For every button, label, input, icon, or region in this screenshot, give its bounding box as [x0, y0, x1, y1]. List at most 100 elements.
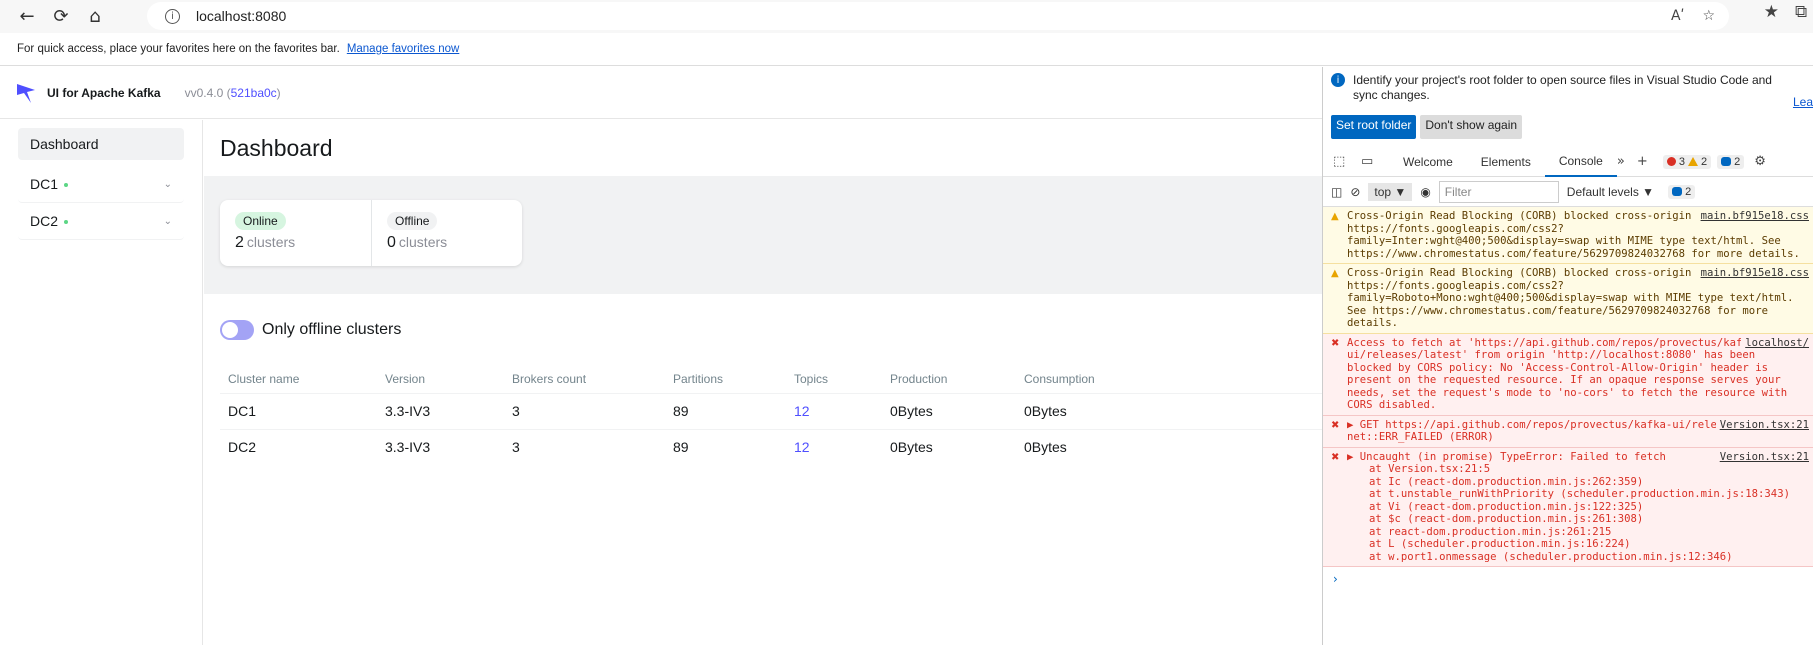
log-levels-dropdown[interactable]: Default levels ▼ [1567, 185, 1654, 199]
topics-link[interactable]: 12 [786, 392, 882, 429]
clear-console-icon[interactable]: ⊘ [1350, 185, 1360, 199]
add-tab-icon[interactable]: + [1637, 154, 1657, 169]
favorites-hint: For quick access, place your favorites h… [17, 43, 340, 55]
dont-show-again-button[interactable]: Don't show again [1420, 115, 1523, 139]
sidebar-item-dc1[interactable]: DC1 ⌄ [18, 166, 184, 203]
source-link[interactable]: main.bf915e18.css [1696, 267, 1809, 280]
levels-badge[interactable]: 2 [1668, 184, 1696, 199]
refresh-icon[interactable]: ⟳ [44, 2, 78, 32]
production-cell: 0Bytes [882, 392, 1016, 429]
more-tabs-icon[interactable]: » [1617, 154, 1637, 169]
column-header[interactable]: Production [882, 365, 1016, 393]
message-text[interactable]: ▶ Uncaught (in promise) TypeError: Faile… [1347, 451, 1666, 463]
infobar-text: Identify your project's root folder to o… [1353, 73, 1772, 102]
info-icon: i [1331, 73, 1345, 87]
source-link[interactable]: main.bf915e18.css [1696, 210, 1809, 223]
metric-value: 2 clusters [235, 234, 356, 252]
stack-frame[interactable]: at Ic (react-dom.production.min.js:262:3… [1369, 476, 1805, 489]
source-link[interactable]: Version.tsx:21 [1715, 450, 1809, 463]
back-icon[interactable]: ← [10, 2, 44, 32]
messages-badge[interactable]: 2 [1717, 154, 1745, 169]
sidebar-toggle-icon[interactable]: ◫ [1331, 185, 1342, 199]
home-icon[interactable]: ⌂ [78, 2, 112, 32]
version-prefix: vv0.4.0 ( [184, 85, 231, 100]
online-status-dot [64, 183, 69, 188]
inspect-icon[interactable]: ⬚ [1333, 154, 1361, 169]
kafka-logo-icon[interactable] [15, 81, 39, 105]
stack-frame[interactable]: at w.port1.onmessage (scheduler.producti… [1369, 551, 1805, 564]
app-brand[interactable]: UI for Apache Kafka [47, 86, 161, 100]
set-root-folder-button[interactable]: Set root folder [1331, 115, 1417, 139]
warning-count: 2 [1700, 155, 1708, 168]
brokers-cell: 3 [504, 428, 665, 465]
manage-favorites-link[interactable]: Manage favorites now [347, 43, 460, 55]
metrics-box: Online 2 clusters Offline 0 clusters [220, 200, 522, 266]
error-icon: ✖ [1331, 451, 1340, 463]
sidebar-item-dc2[interactable]: DC2 ⌄ [18, 203, 184, 240]
warning-icon: ▲ [1331, 211, 1339, 222]
tab-elements[interactable]: Elements [1467, 147, 1545, 177]
message-icon [1672, 187, 1683, 196]
column-header[interactable]: Consumption [1016, 365, 1322, 393]
stack-frame[interactable]: at react-dom.production.min.js:261:215 [1369, 526, 1805, 539]
stack-trace: at Version.tsx:21:5 at Ic (react-dom.pro… [1347, 463, 1805, 563]
cluster-name-cell[interactable]: DC2 [220, 428, 377, 465]
version-hash[interactable]: 521ba0c [231, 86, 277, 100]
sidebar-item-label: Dashboard [30, 136, 99, 152]
context-selector[interactable]: top ▼ [1368, 182, 1413, 201]
favorite-star-icon[interactable]: ☆ [1702, 8, 1715, 24]
offline-toggle[interactable] [220, 320, 254, 340]
read-aloud-icon[interactable]: Aʹ [1671, 8, 1684, 24]
devtools-infobar: i Identify your project's root folder to… [1323, 67, 1813, 115]
online-status-dot [64, 220, 69, 225]
tab-welcome[interactable]: Welcome [1389, 147, 1467, 177]
metric-unit: clusters [398, 234, 448, 250]
column-header[interactable]: Partitions [665, 365, 786, 393]
console-prompt[interactable]: › [1323, 567, 1813, 592]
tab-console[interactable]: Console [1544, 147, 1617, 177]
device-emulation-icon[interactable]: ▭ [1361, 154, 1389, 169]
app-version: vv0.4.0 (521ba0c) [185, 86, 281, 100]
stack-frame[interactable]: at t.unstable_runWithPriority (scheduler… [1369, 488, 1805, 501]
sidebar-item-dashboard[interactable]: Dashboard [18, 128, 184, 160]
stack-frame[interactable]: at Vi (react-dom.production.min.js:122:3… [1369, 501, 1805, 514]
chevron-down-icon[interactable]: ⌄ [164, 179, 172, 190]
sidebar-item-label: DC1 [30, 176, 59, 192]
chevron-down-icon[interactable]: ⌄ [164, 216, 172, 227]
column-header[interactable]: Topics [786, 365, 882, 393]
stack-frame[interactable]: at $c (react-dom.production.min.js:261:3… [1369, 513, 1805, 526]
favorites-icon[interactable]: ★ [1764, 2, 1779, 22]
consumption-cell: 0Bytes [1016, 428, 1322, 465]
site-info-icon[interactable]: i [165, 8, 180, 24]
production-cell: 0Bytes [882, 428, 1016, 465]
kafka-ui-app: UI for Apache Kafka vv0.4.0 (521ba0c) Da… [0, 67, 1322, 645]
console-filterbar: ◫ ⊘ top ▼ ◉ Filter Default levels ▼ 2 [1323, 177, 1813, 207]
console-error: ✖ localhost/ Access to fetch at 'https:/… [1323, 333, 1813, 416]
message-text: Access to fetch at 'https://api.github.c… [1347, 336, 1788, 412]
column-header[interactable]: Cluster name [220, 365, 377, 393]
console-filter-input[interactable]: Filter [1438, 180, 1559, 203]
stack-frame[interactable]: at L (scheduler.production.min.js:16:224… [1369, 538, 1805, 551]
column-header[interactable]: Brokers count [504, 365, 665, 393]
error-icon: ✖ [1331, 419, 1340, 431]
live-expression-icon[interactable]: ◉ [1420, 185, 1430, 199]
cluster-name-cell[interactable]: DC1 [220, 392, 377, 429]
gear-icon[interactable]: ⚙ [1754, 154, 1782, 169]
issues-badge[interactable]: 3 2 [1662, 154, 1712, 169]
stack-frame[interactable]: at Version.tsx:21:5 [1369, 463, 1805, 476]
topics-link[interactable]: 12 [786, 428, 882, 465]
learn-more-link[interactable]: Lea [1793, 95, 1813, 109]
online-tag: Online [235, 212, 286, 230]
address-bar[interactable]: i localhost:8080 Aʹ ☆ [147, 2, 1729, 30]
context-value: top [1374, 184, 1392, 199]
clusters-table: Cluster name Version Brokers count Parti… [220, 365, 1322, 465]
column-header[interactable]: Version [377, 365, 504, 393]
source-link[interactable]: Version.tsx:21 [1715, 418, 1809, 431]
warning-icon [1687, 157, 1698, 166]
metric-online: Online 2 clusters [220, 200, 371, 266]
collections-icon[interactable]: ⧉ [1795, 2, 1813, 22]
devtools-panel: i Identify your project's root folder to… [1322, 67, 1813, 645]
source-link[interactable]: localhost/ [1741, 336, 1809, 349]
message-icon [1721, 157, 1732, 166]
levels-count: 2 [1685, 185, 1692, 198]
